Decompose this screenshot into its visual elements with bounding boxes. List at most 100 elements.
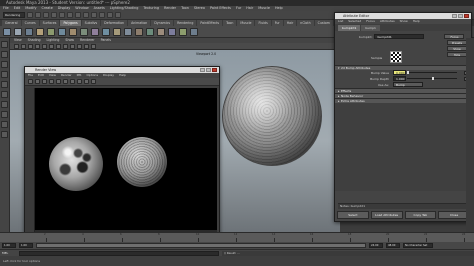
render-view-menu-view[interactable]: View: [49, 73, 56, 78]
redo-render-icon[interactable]: [28, 79, 33, 84]
render-view-menu-help[interactable]: Help: [119, 73, 126, 78]
smooth-shade-icon[interactable]: [63, 43, 68, 49]
real-size-icon[interactable]: [77, 79, 82, 84]
ae-menu-selected[interactable]: Selected: [348, 19, 361, 24]
shelf-tool-icon[interactable]: [113, 27, 121, 36]
shelf-tool-icon[interactable]: [102, 27, 110, 36]
ipr-icon[interactable]: [35, 79, 40, 84]
snap-curve-icon[interactable]: [83, 12, 89, 18]
open-scene-icon[interactable]: [35, 12, 41, 18]
playback-end-field[interactable]: 24.00: [369, 243, 383, 248]
render-view-canvas[interactable]: [35, 88, 217, 230]
rotate-tool-icon[interactable]: [1, 81, 8, 88]
paint-select-tool-icon[interactable]: [1, 61, 8, 68]
range-slider[interactable]: [36, 243, 366, 248]
shelf-tool-icon[interactable]: [3, 27, 11, 36]
four-layout-icon[interactable]: [1, 121, 8, 128]
shelf-tool-icon[interactable]: [69, 27, 77, 36]
shelf-tool-icon[interactable]: [36, 27, 44, 36]
maximize-icon[interactable]: [458, 14, 463, 18]
bump-depth-field[interactable]: 1.000: [393, 76, 406, 81]
ae-menu-focus[interactable]: Focus: [366, 19, 375, 24]
focus-button[interactable]: Focus: [444, 34, 465, 39]
alpha-channel-icon[interactable]: [70, 79, 75, 84]
attribute-editor-titlebar[interactable]: Attribute Editor: [335, 13, 471, 19]
bump-sample-swatch[interactable]: [390, 51, 402, 63]
move-tool-icon[interactable]: [1, 71, 8, 78]
shelf-tool-icon[interactable]: [190, 27, 198, 36]
hide-button[interactable]: Hide: [447, 52, 467, 57]
xray-icon[interactable]: [91, 43, 96, 49]
bookmark-icon[interactable]: [21, 43, 26, 49]
script-language-toggle[interactable]: MEL: [2, 251, 16, 255]
minimize-icon[interactable]: [200, 68, 205, 72]
bump-value-knob[interactable]: [407, 71, 409, 74]
shelf-tool-icon[interactable]: [135, 27, 143, 36]
select-hierarchy-icon[interactable]: [51, 12, 57, 18]
keep-image-icon[interactable]: [84, 79, 89, 84]
outliner-layout-icon[interactable]: [1, 131, 8, 138]
render-settings-icon[interactable]: [115, 12, 121, 18]
minimize-icon[interactable]: [452, 14, 457, 18]
render-view-menu-edit[interactable]: Edit: [38, 73, 44, 78]
last-tool-icon[interactable]: [1, 101, 8, 108]
rgb-channels-icon[interactable]: [63, 79, 68, 84]
bump-value-slider[interactable]: [407, 71, 457, 74]
ae-menu-help[interactable]: Help: [413, 19, 420, 24]
snap-point-icon[interactable]: [91, 12, 97, 18]
bump-depth-slider[interactable]: [407, 77, 457, 80]
render-view-menu-options[interactable]: Options: [86, 73, 98, 78]
select-button[interactable]: Select: [337, 211, 369, 219]
new-scene-icon[interactable]: [27, 12, 33, 18]
ae-menu-attributes[interactable]: Attributes: [380, 19, 395, 24]
ae-menu-list[interactable]: List: [338, 19, 343, 24]
shelf-tool-icon[interactable]: [14, 27, 22, 36]
single-layout-icon[interactable]: [1, 111, 8, 118]
menu-set-selector[interactable]: Rendering: [3, 12, 25, 18]
snap-grid-icon[interactable]: [75, 12, 81, 18]
shelf-tool-icon[interactable]: [47, 27, 55, 36]
animation-start-field[interactable]: 1.00: [2, 243, 16, 248]
select-tool-icon[interactable]: [1, 41, 8, 48]
select-component-icon[interactable]: [67, 12, 73, 18]
shelf-tool-icon[interactable]: [25, 27, 33, 36]
render-view-titlebar[interactable]: Render View: [25, 67, 219, 73]
camera-attributes-icon[interactable]: [14, 43, 19, 49]
resolution-gate-icon[interactable]: [49, 43, 54, 49]
lights-icon[interactable]: [77, 43, 82, 49]
ae-menu-show[interactable]: Show: [400, 19, 408, 24]
render-region-icon[interactable]: [49, 79, 54, 84]
shelf-tool-icon[interactable]: [80, 27, 88, 36]
render-view-menu-ipr[interactable]: IPR: [77, 73, 82, 78]
notes-field[interactable]: Notes: bump2d1: [338, 203, 468, 209]
ipr-render-icon[interactable]: [107, 12, 113, 18]
shelf-tool-icon[interactable]: [58, 27, 66, 36]
load-attributes-button[interactable]: Load Attributes: [370, 211, 403, 219]
render-view-menu-file[interactable]: File: [28, 73, 33, 78]
time-slider[interactable]: 2 4 6 8 10 12 14 16 18 20 22 24: [0, 232, 474, 242]
bumpy-sphere-mesh[interactable]: [222, 66, 322, 166]
show-button[interactable]: Show: [447, 46, 467, 51]
snapshot-icon[interactable]: [56, 79, 61, 84]
maximize-icon[interactable]: [206, 68, 211, 72]
copy-tab-button[interactable]: Copy Tab: [404, 211, 437, 219]
channel-box-strip[interactable]: [466, 38, 474, 238]
presets-button[interactable]: Presets: [447, 40, 467, 45]
playback-start-field[interactable]: 1.00: [19, 243, 33, 248]
grid-icon[interactable]: [35, 43, 40, 49]
select-object-icon[interactable]: [59, 12, 65, 18]
refresh-icon[interactable]: [42, 79, 47, 84]
character-set-dropdown[interactable]: No Character Set: [403, 243, 433, 248]
shelf-tool-icon[interactable]: [168, 27, 176, 36]
image-plane-icon[interactable]: [28, 43, 33, 49]
shelf-tool-icon[interactable]: [146, 27, 154, 36]
render-view-menu-render[interactable]: Render: [61, 73, 72, 78]
close-icon[interactable]: [212, 68, 217, 72]
wireframe-icon[interactable]: [56, 43, 61, 49]
bump-value-field[interactable]: 0.000: [393, 70, 406, 75]
save-scene-icon[interactable]: [43, 12, 49, 18]
remove-image-icon[interactable]: [91, 79, 96, 84]
render-view-menu-display[interactable]: Display: [103, 73, 114, 78]
command-input[interactable]: [19, 250, 219, 256]
animation-end-field[interactable]: 48.00: [386, 243, 400, 248]
